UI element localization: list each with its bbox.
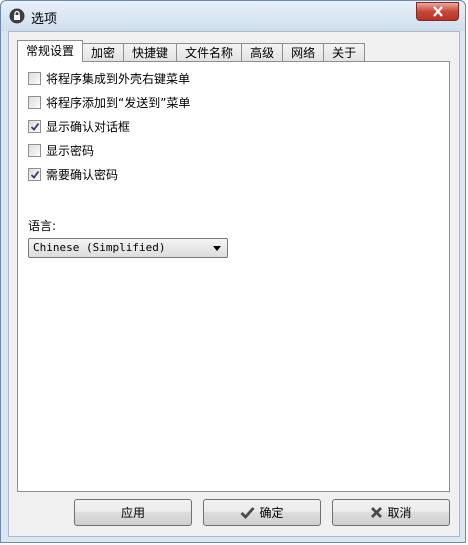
checkbox[interactable] xyxy=(28,143,41,157)
option-show-password[interactable]: 显示密码 xyxy=(28,142,94,158)
tab-filename[interactable]: 文件名称 xyxy=(176,43,243,62)
option-label: 显示确认对话框 xyxy=(46,119,131,134)
language-label: 语言: xyxy=(28,219,57,233)
option-send-to-menu[interactable]: 将程序添加到“发送到”菜单 xyxy=(28,94,190,110)
dialog-client: 常规设置 加密 快捷键 文件名称 高级 网络 关于 将程序集成到外壳右键菜单 将… xyxy=(8,31,460,537)
checkbox-checked[interactable] xyxy=(28,119,41,133)
close-button[interactable] xyxy=(416,2,459,21)
option-show-confirm-dialog[interactable]: 显示确认对话框 xyxy=(28,118,130,134)
checkbox[interactable] xyxy=(28,71,41,85)
tab-general[interactable]: 常规设置 xyxy=(17,40,84,62)
option-label: 将程序添加到“发送到”菜单 xyxy=(46,95,191,110)
checkmark-icon xyxy=(30,122,40,131)
tab-advanced[interactable]: 高级 xyxy=(241,43,284,62)
cancel-button[interactable]: 取消 xyxy=(332,499,450,526)
dropdown-arrow-icon xyxy=(213,246,221,251)
language-select[interactable]: Chinese (Simplified) xyxy=(28,238,228,258)
option-require-password-confirm[interactable]: 需要确认密码 xyxy=(28,166,118,182)
tab-network[interactable]: 网络 xyxy=(282,43,325,62)
option-shell-integration[interactable]: 将程序集成到外壳右键菜单 xyxy=(28,70,190,86)
cancel-button-label: 取消 xyxy=(387,506,412,520)
options-window: 选项 常规设置 加密 快捷键 文件名称 高级 网络 关于 将程序集成到外壳右键菜… xyxy=(0,0,466,543)
ok-button[interactable]: 确定 xyxy=(203,499,321,526)
checkmark-icon xyxy=(240,507,256,519)
checkmark-icon xyxy=(30,170,40,179)
option-label: 显示密码 xyxy=(46,143,95,158)
checkbox[interactable] xyxy=(28,95,41,109)
option-label: 需要确认密码 xyxy=(46,167,119,182)
tab-strip: 常规设置 加密 快捷键 文件名称 高级 网络 关于 xyxy=(17,40,366,62)
tab-encryption[interactable]: 加密 xyxy=(82,43,125,62)
lock-icon xyxy=(9,8,25,24)
cross-icon xyxy=(371,507,383,518)
title-bar: 选项 xyxy=(1,1,465,31)
apply-button[interactable]: 应用 xyxy=(74,499,192,526)
window-title: 选项 xyxy=(31,12,58,27)
apply-button-label: 应用 xyxy=(120,506,145,520)
language-select-value: Chinese (Simplified) xyxy=(33,241,166,254)
tab-hotkeys[interactable]: 快捷键 xyxy=(123,43,178,62)
close-icon xyxy=(433,6,443,17)
ok-button-label: 确定 xyxy=(259,506,284,520)
option-label: 将程序集成到外壳右键菜单 xyxy=(46,71,191,86)
checkbox-checked[interactable] xyxy=(28,167,41,181)
general-settings-panel: 将程序集成到外壳右键菜单 将程序添加到“发送到”菜单 显示确认对话框 显示密码 xyxy=(17,61,450,492)
tab-about[interactable]: 关于 xyxy=(323,43,366,62)
